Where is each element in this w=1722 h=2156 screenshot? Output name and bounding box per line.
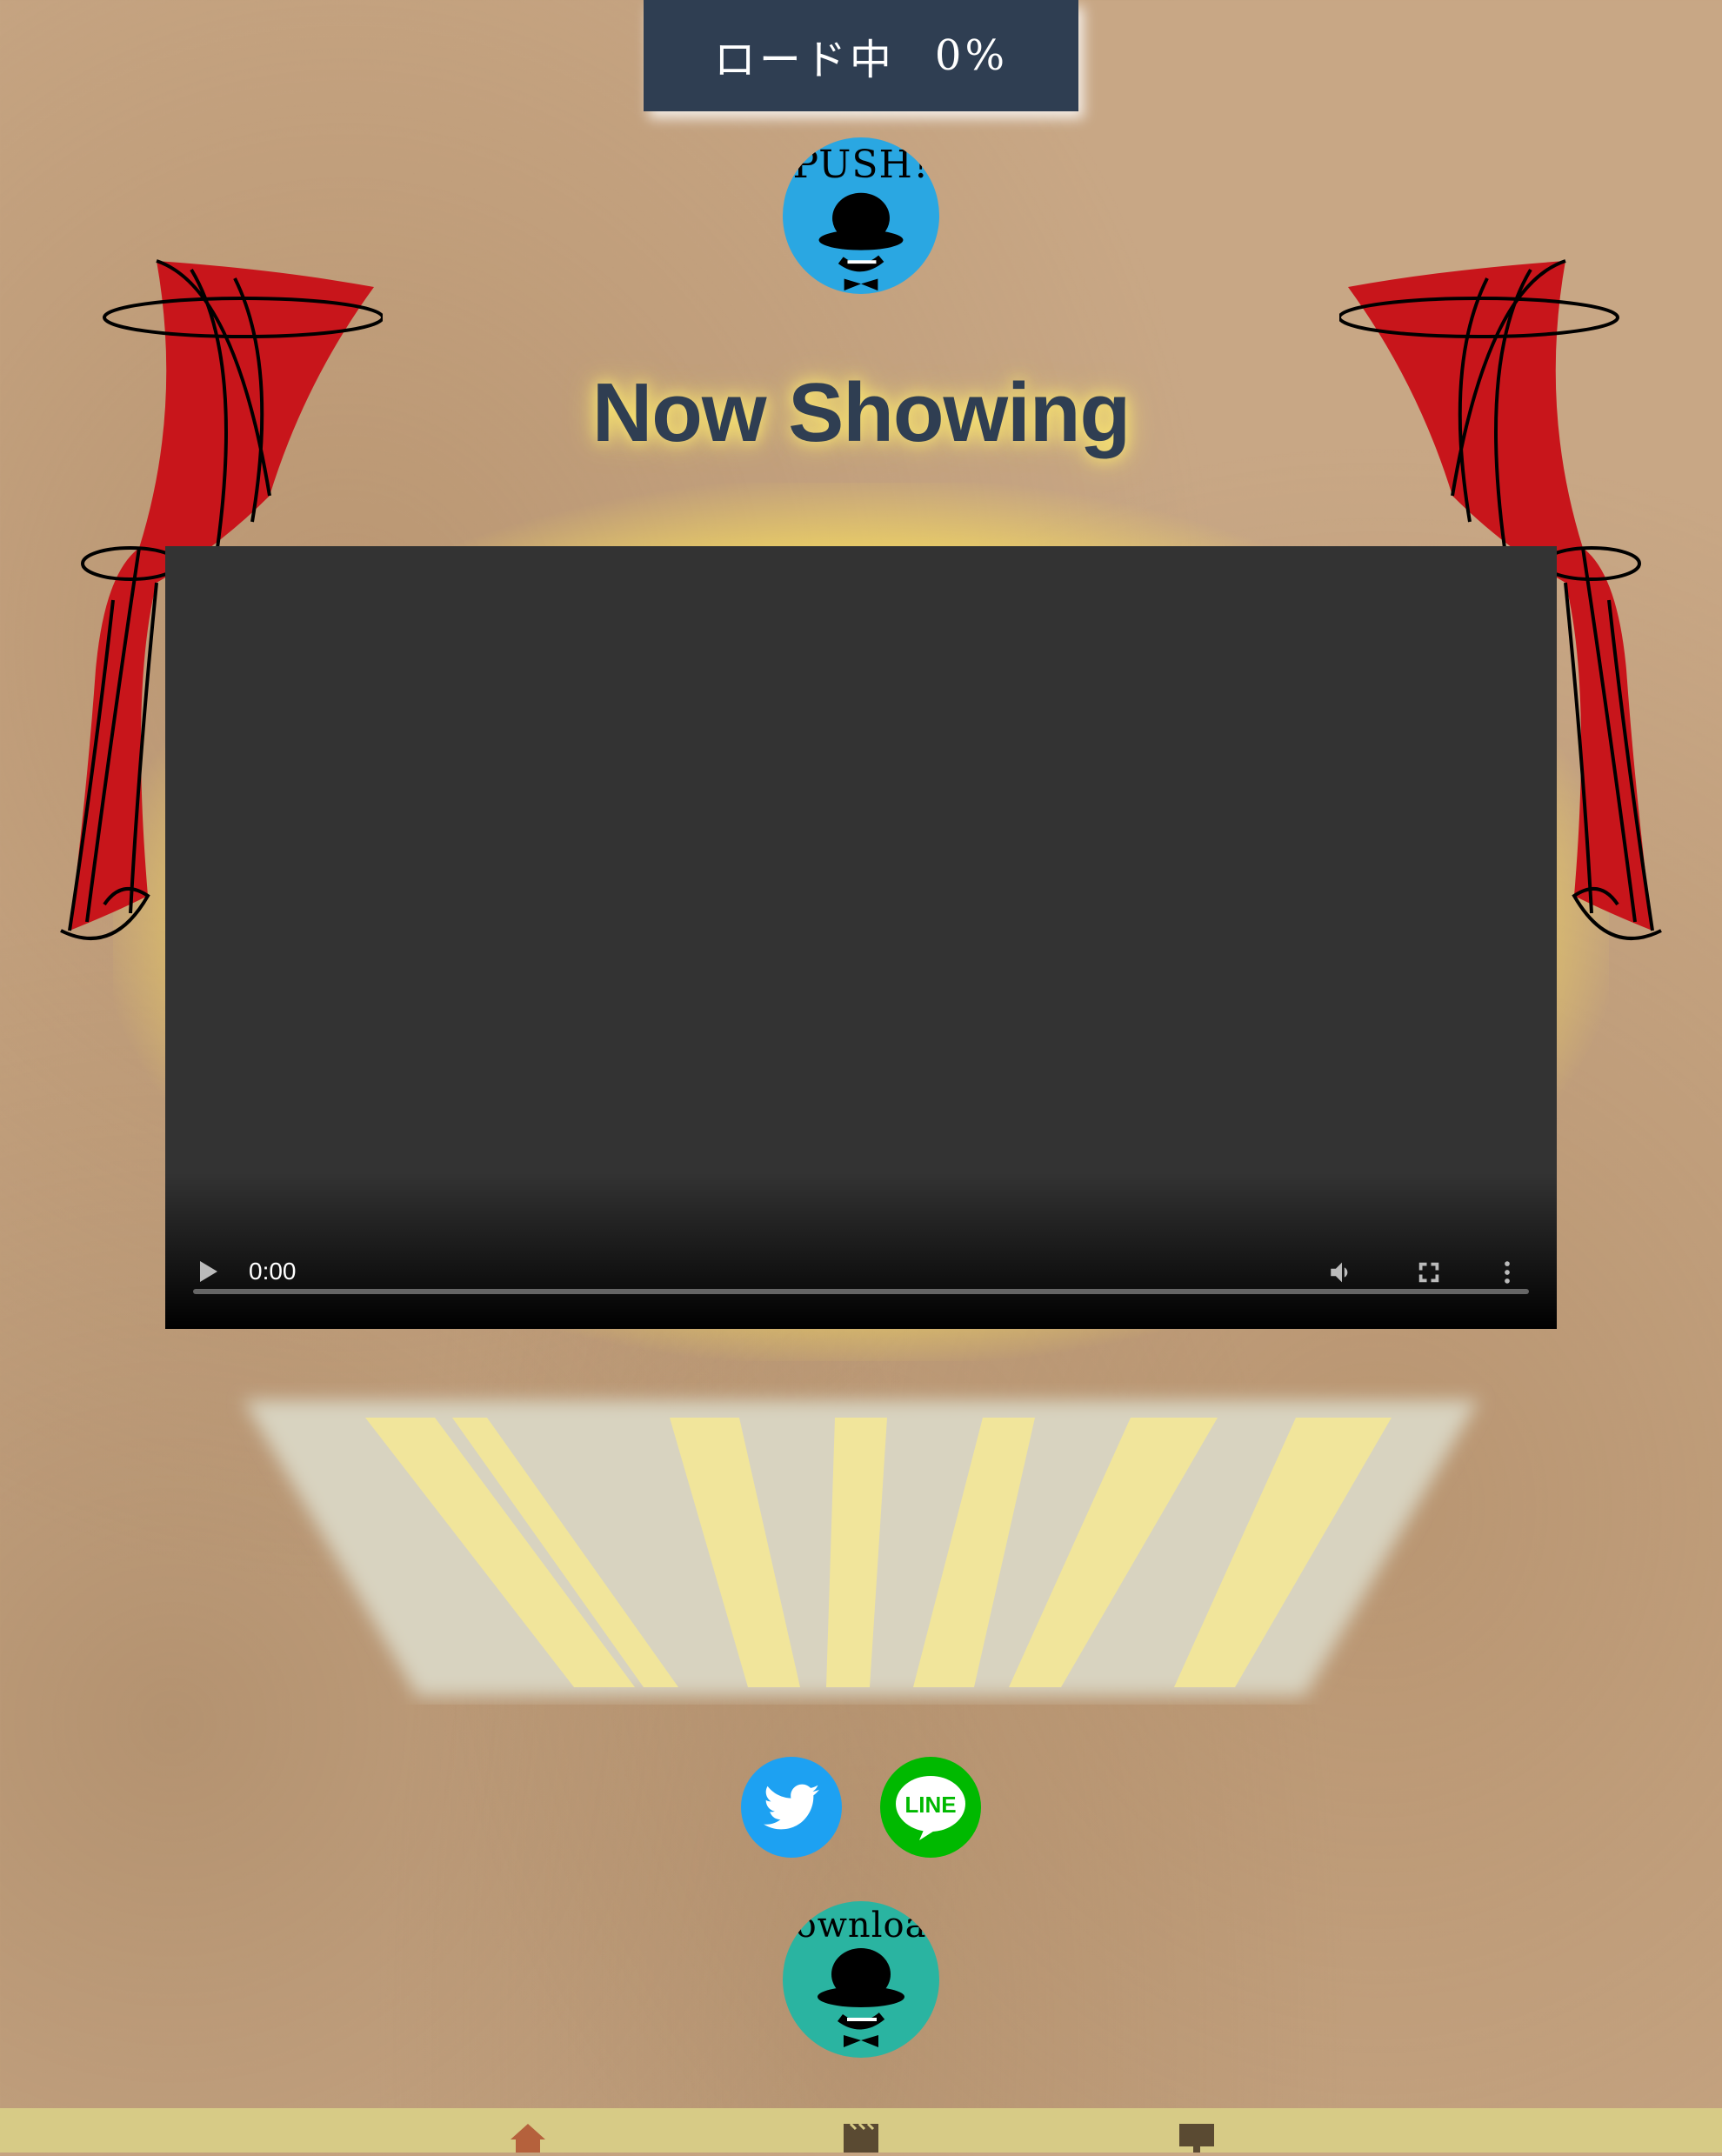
loading-label: ロード中 <box>713 36 895 84</box>
push-button[interactable]: PUSH! <box>783 137 939 294</box>
nav-home-button[interactable] <box>509 2122 547 2156</box>
twitter-icon <box>764 1784 819 1830</box>
bottom-nav-bar <box>0 2108 1722 2153</box>
nav-movie-button[interactable] <box>842 2122 880 2156</box>
loading-percent: 0% <box>934 31 1009 80</box>
video-time: 0:00 <box>249 1258 297 1285</box>
nav-screen-button[interactable] <box>1178 2122 1216 2156</box>
play-icon[interactable] <box>200 1261 217 1282</box>
stage-floor-light <box>244 1400 1478 1696</box>
clapperboard-icon <box>844 2122 878 2153</box>
mascot-icon <box>818 192 904 291</box>
video-progress-bar[interactable] <box>193 1289 1529 1294</box>
line-share-button[interactable]: LINE <box>880 1757 981 1858</box>
home-icon <box>511 2124 545 2153</box>
screen-icon <box>1179 2124 1214 2153</box>
video-player[interactable]: 0:00 <box>165 546 1557 1329</box>
twitter-share-button[interactable] <box>741 1757 842 1858</box>
line-icon: LINE <box>896 1776 965 1840</box>
fullscreen-icon[interactable] <box>1416 1259 1442 1285</box>
mascot-icon <box>818 1948 904 2047</box>
push-label: PUSH! <box>792 143 930 187</box>
line-logo-text: LINE <box>904 1792 956 1818</box>
video-controls: 0:00 <box>165 1172 1557 1329</box>
download-button[interactable]: download <box>783 1901 939 2058</box>
more-options-icon[interactable] <box>1492 1258 1522 1287</box>
loading-indicator: ロード中 0% <box>644 0 1078 111</box>
volume-icon[interactable] <box>1327 1258 1357 1287</box>
download-label: download <box>783 1906 939 1946</box>
